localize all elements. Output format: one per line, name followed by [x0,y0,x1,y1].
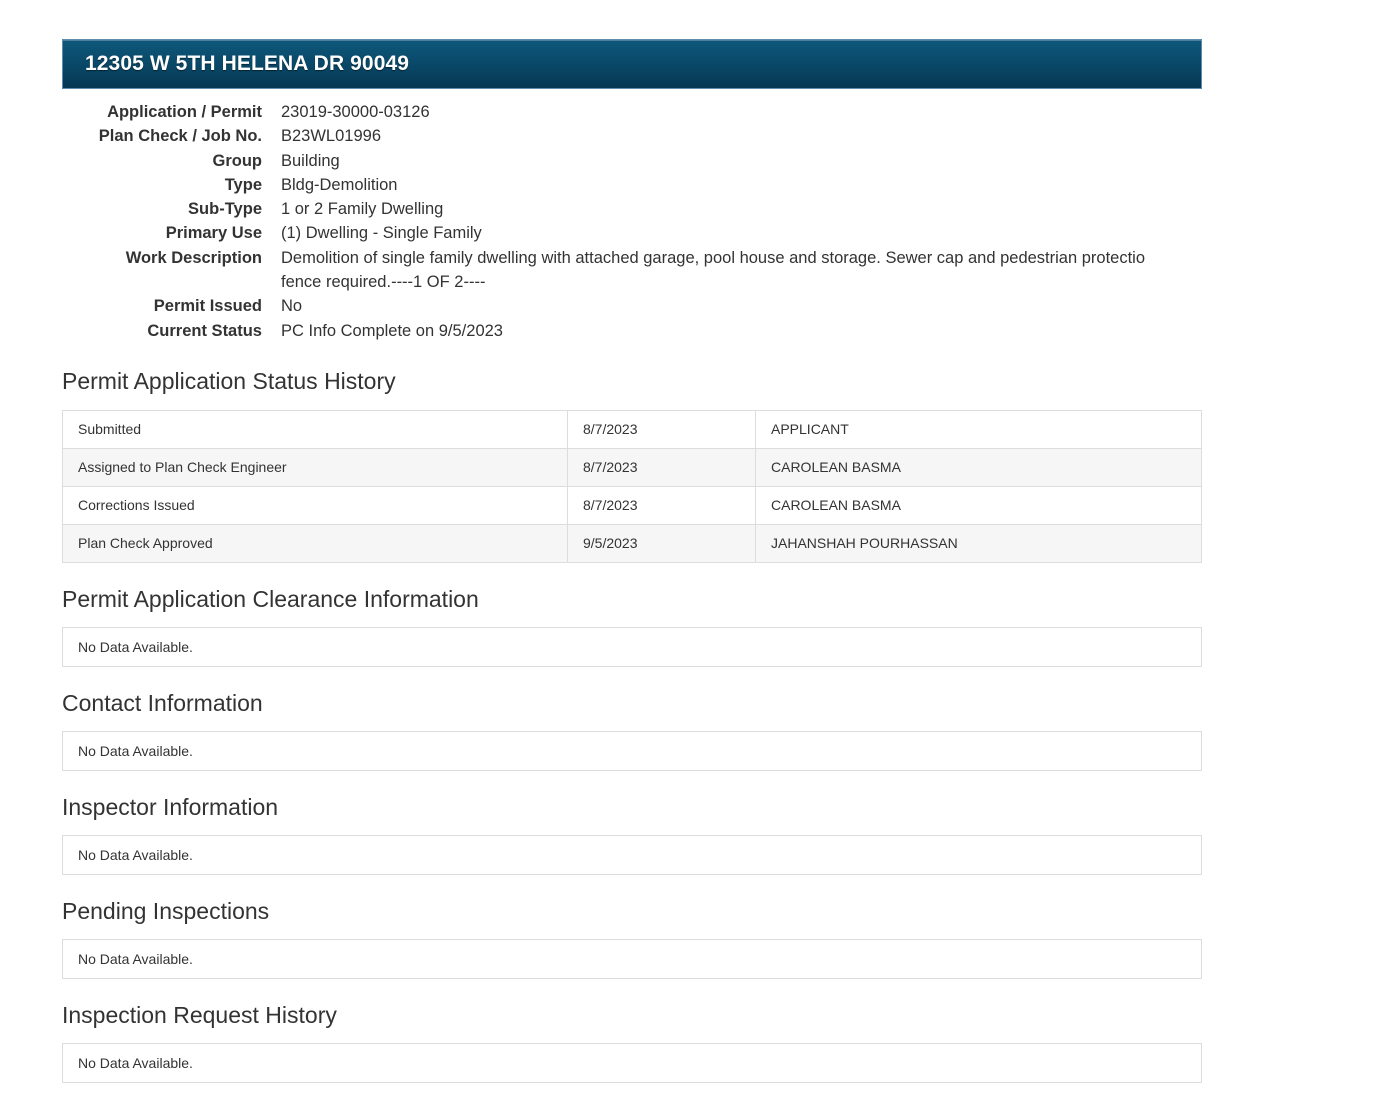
status-person-cell: CAROLEAN BASMA [755,485,1202,525]
pending-inspections-title: Pending Inspections [62,897,270,924]
no-data-message: No Data Available. [62,626,1202,667]
status-person-cell: CAROLEAN BASMA [755,447,1202,487]
detail-label: Type [224,175,262,194]
table-row: Assigned to Plan Check Engineer 8/7/2023… [62,447,1202,487]
status-date-cell: 8/7/2023 [567,485,756,525]
status-event-cell: Plan Check Approved [62,523,568,563]
status-event-cell: Corrections Issued [62,485,568,525]
table-row: Corrections Issued 8/7/2023 CAROLEAN BAS… [62,485,1202,525]
detail-value: Bldg-Demolition [281,175,398,194]
detail-label: Permit Issued [153,297,262,316]
detail-value: 1 or 2 Family Dwelling [281,200,444,219]
address-title: 12305 W 5TH HELENA DR 90049 [85,52,410,75]
status-event-cell: Submitted [62,409,568,449]
detail-row-plan-check: Plan Check / Job No. B23WL01996 [62,124,1202,148]
inspector-title: Inspector Information [62,793,279,820]
detail-row-primary-use: Primary Use (1) Dwelling - Single Family [62,221,1202,245]
permit-detail-panel: 12305 W 5TH HELENA DR 90049 Application … [62,39,1202,1083]
contact-section: Contact Information No Data Available. [62,689,1202,771]
detail-row-group: Group Building [62,149,1202,173]
detail-row-sub-type: Sub-Type 1 or 2 Family Dwelling [62,197,1202,221]
status-date-cell: 9/5/2023 [567,523,756,563]
no-data-message: No Data Available. [62,834,1202,875]
no-data-message: No Data Available. [62,938,1202,979]
permit-details: Application / Permit 23019-30000-03126 P… [62,100,1202,343]
detail-label: Sub-Type [188,200,262,219]
detail-value: Building [281,151,340,170]
clearance-section: Permit Application Clearance Information… [62,585,1202,667]
detail-label: Current Status [147,321,262,340]
detail-label: Work Description [125,248,262,267]
contact-title: Contact Information [62,689,263,716]
detail-value: (1) Dwelling - Single Family [281,224,482,243]
inspector-section: Inspector Information No Data Available. [62,793,1202,875]
detail-row-work-description: Work Description Demolition of single fa… [62,246,1202,295]
no-data-message: No Data Available. [62,1042,1202,1083]
status-person-cell: APPLICANT [755,409,1202,449]
detail-label: Plan Check / Job No. [98,127,262,146]
status-person-cell: JAHANSHAH POURHASSAN [755,523,1202,563]
detail-label: Group [212,151,263,170]
status-event-cell: Assigned to Plan Check Engineer [62,447,568,487]
detail-label: Primary Use [165,224,262,243]
status-history-table: Submitted 8/7/2023 APPLICANT Assigned to… [62,409,1202,563]
address-banner: 12305 W 5TH HELENA DR 90049 [62,39,1202,89]
table-row: Plan Check Approved 9/5/2023 JAHANSHAH P… [62,523,1202,563]
detail-value: PC Info Complete on 9/5/2023 [281,321,503,340]
inspection-request-history-section: Inspection Request History No Data Avail… [62,1001,1202,1083]
detail-value: Demolition of single family dwelling wit… [281,248,1146,292]
detail-value: B23WL01996 [281,127,381,146]
detail-row-permit-issued: Permit Issued No [62,294,1202,318]
clearance-title: Permit Application Clearance Information [62,585,479,612]
detail-row-type: Type Bldg-Demolition [62,173,1202,197]
status-history-title: Permit Application Status History [62,367,396,394]
detail-row-application-permit: Application / Permit 23019-30000-03126 [62,100,1202,124]
detail-label: Application / Permit [107,103,262,121]
status-date-cell: 8/7/2023 [567,409,756,449]
status-date-cell: 8/7/2023 [567,447,756,487]
table-row: Submitted 8/7/2023 APPLICANT [62,409,1202,449]
no-data-message: No Data Available. [62,730,1202,771]
detail-value: No [281,297,303,316]
detail-row-current-status: Current Status PC Info Complete on 9/5/2… [62,319,1202,343]
inspection-request-history-title: Inspection Request History [62,1001,337,1028]
pending-inspections-section: Pending Inspections No Data Available. [62,897,1202,979]
detail-value: 23019-30000-03126 [281,103,430,121]
